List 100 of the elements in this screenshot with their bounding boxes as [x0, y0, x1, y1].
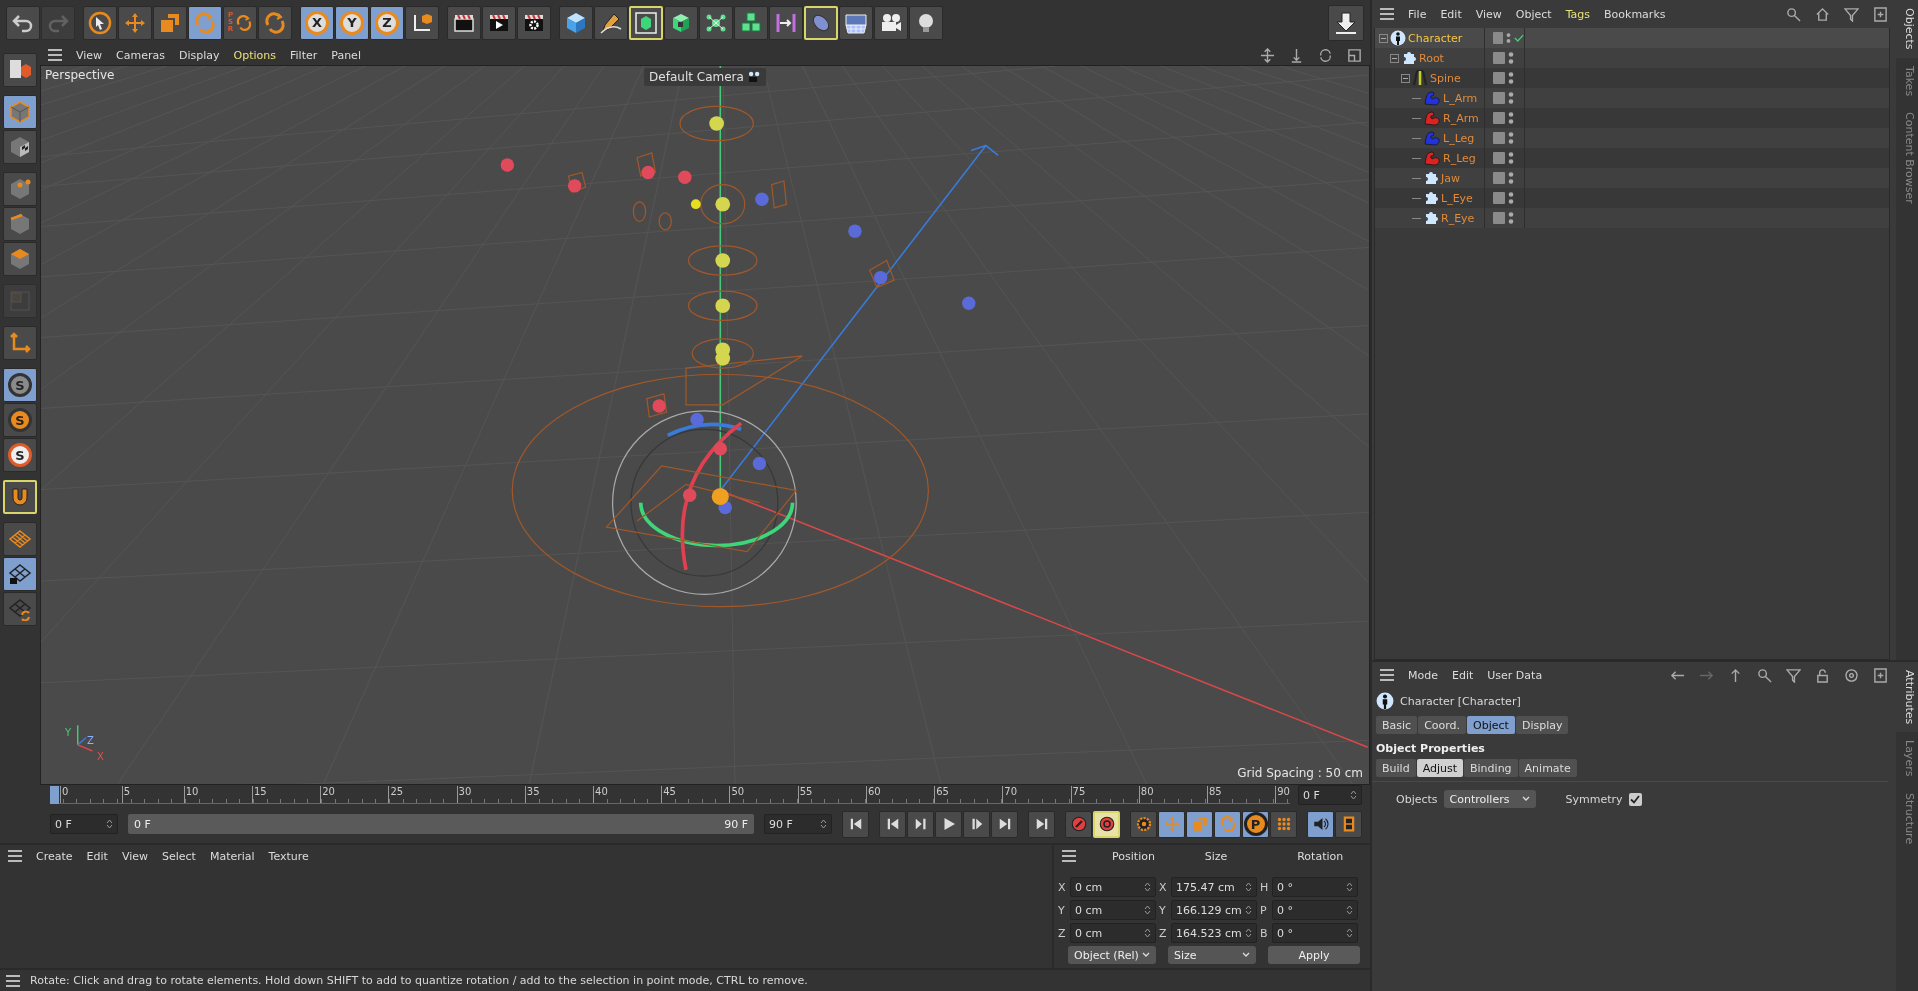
rotate-view-icon[interactable]: [1318, 47, 1333, 63]
spinner-icon[interactable]: [1346, 881, 1353, 893]
spinner-icon[interactable]: [1245, 881, 1252, 893]
cube-tool-button[interactable]: [559, 5, 593, 40]
visibility-dots-icon[interactable]: [1508, 51, 1514, 65]
visibility-dots-icon[interactable]: [1508, 131, 1514, 145]
bulb-tool-button[interactable]: [909, 5, 943, 40]
size-field[interactable]: 166.129 cm: [1171, 900, 1257, 920]
undo-tool-button[interactable]: [6, 5, 40, 40]
visibility-dots-icon[interactable]: [1506, 31, 1511, 45]
rotation-field[interactable]: 0 °: [1272, 877, 1358, 897]
editor-toggle[interactable]: [1493, 112, 1505, 124]
menu-item[interactable]: Edit: [1440, 7, 1462, 21]
move-view-icon[interactable]: [1260, 47, 1275, 63]
visibility-dots-icon[interactable]: [1508, 111, 1514, 125]
dolly-icon[interactable]: [1289, 47, 1304, 63]
maximize-icon[interactable]: [1347, 47, 1362, 63]
object-name[interactable]: Character: [1408, 31, 1463, 45]
select-tool-button[interactable]: [83, 5, 117, 40]
scale-tool-button[interactable]: [153, 5, 187, 40]
menu-item[interactable]: View: [121, 849, 148, 863]
menu-item[interactable]: Object: [1515, 7, 1552, 21]
menu-item[interactable]: Texture: [268, 849, 309, 863]
edge-cube-tool-button[interactable]: [3, 207, 37, 241]
object-name[interactable]: R_Leg: [1443, 151, 1476, 165]
point-cube-tool-button[interactable]: [3, 172, 37, 206]
axis-tool-button[interactable]: X: [300, 5, 334, 40]
layout-cube-tool-button[interactable]: [3, 53, 37, 87]
menu-item[interactable]: Select: [162, 849, 196, 863]
autokey-tool-button[interactable]: [1093, 810, 1120, 838]
spinner-icon[interactable]: [1346, 927, 1353, 939]
speaker-tool-button[interactable]: [1307, 810, 1334, 838]
model-cube-tool-button[interactable]: [3, 95, 37, 129]
object-name[interactable]: L_Leg: [1443, 131, 1475, 145]
scale-tool-button[interactable]: [1186, 810, 1213, 838]
spinner-icon[interactable]: [1346, 904, 1353, 916]
side-tab[interactable]: Attributes: [1896, 662, 1918, 733]
plane-sync-tool-button[interactable]: [3, 592, 37, 626]
position-field[interactable]: 0 cm: [1070, 923, 1156, 943]
object-row[interactable]: Jaw: [1375, 168, 1889, 188]
download-tool-button[interactable]: [1328, 4, 1364, 41]
side-tab[interactable]: Takes: [1896, 57, 1918, 104]
film-tool-button[interactable]: [1335, 810, 1362, 838]
editor-toggle[interactable]: [1493, 212, 1505, 224]
object-name[interactable]: Jaw: [1441, 171, 1460, 185]
to-start-tool-button[interactable]: [879, 810, 906, 838]
visibility-dots-icon[interactable]: [1508, 91, 1514, 105]
menu-item[interactable]: Edit: [86, 849, 108, 863]
object-row[interactable]: Root: [1375, 48, 1889, 68]
menu-item[interactable]: Edit: [1452, 668, 1474, 682]
visibility-dots-icon[interactable]: [1508, 71, 1514, 85]
collapse-toggle[interactable]: [1379, 33, 1388, 43]
menu-item[interactable]: File: [1408, 7, 1427, 21]
rotate-tool-button[interactable]: [1214, 810, 1241, 838]
menu-item[interactable]: View: [1475, 7, 1502, 21]
axis-corner-tool-button[interactable]: [3, 326, 37, 360]
timeline-ruler[interactable]: 0 5 10 15 20 25 30 35 40 45 50 55 60 65 70 75 80 85 90: [50, 786, 1290, 804]
object-row[interactable]: R_Eye: [1375, 208, 1889, 228]
camera-label[interactable]: Default Camera: [644, 68, 766, 86]
rotation-field[interactable]: 0 °: [1272, 923, 1358, 943]
dot-grid-tool-button[interactable]: [1270, 810, 1297, 838]
molecule-tool-button[interactable]: [699, 5, 733, 40]
rotate-tool-button[interactable]: [258, 5, 292, 40]
menu-icon[interactable]: [1062, 850, 1076, 862]
object-row[interactable]: L_Leg: [1375, 128, 1889, 148]
clapper-play-tool-button[interactable]: [482, 5, 516, 40]
editor-toggle[interactable]: [1493, 72, 1505, 84]
menu-item[interactable]: View: [76, 48, 103, 62]
visibility-dots-icon[interactable]: [1508, 171, 1514, 185]
menu-item[interactable]: Create: [36, 849, 73, 863]
size-mode-dropdown[interactable]: Size: [1168, 946, 1256, 964]
disc-tool-button[interactable]: [804, 5, 838, 40]
side-tab[interactable]: Structure: [1896, 784, 1918, 852]
search-icon[interactable]: [1757, 667, 1772, 683]
spinner-icon[interactable]: [1245, 904, 1252, 916]
target-icon[interactable]: [1844, 667, 1859, 683]
key-gear-tool-button[interactable]: [1130, 810, 1157, 838]
axis-tool-button[interactable]: Y: [335, 5, 369, 40]
menu-item[interactable]: Filter: [290, 48, 318, 62]
to-end-tool-button[interactable]: [1028, 810, 1055, 838]
editor-toggle[interactable]: [1493, 32, 1503, 44]
move-tool-button[interactable]: [1158, 810, 1185, 838]
object-row[interactable]: Character: [1375, 28, 1889, 48]
tab[interactable]: Display: [1515, 716, 1569, 734]
framed-cube-tool-button[interactable]: [629, 5, 663, 40]
editor-toggle[interactable]: [1493, 192, 1505, 204]
menu-item[interactable]: Panel: [331, 48, 361, 62]
editor-toggle[interactable]: [1493, 152, 1505, 164]
snap-tool-button[interactable]: S: [3, 368, 37, 402]
menu-item[interactable]: User Data: [1487, 668, 1543, 682]
rotate-tool-button[interactable]: [188, 5, 222, 40]
cube-stack-tool-button[interactable]: [734, 5, 768, 40]
visibility-dots-icon[interactable]: [1508, 211, 1514, 225]
object-name[interactable]: Spine: [1430, 71, 1461, 85]
prev-frame-tool-button[interactable]: [907, 810, 934, 838]
spinner-icon[interactable]: [1350, 789, 1357, 801]
clapper-gear-tool-button[interactable]: [517, 5, 551, 40]
tab[interactable]: Binding: [1464, 759, 1518, 777]
menu-icon[interactable]: [6, 974, 20, 987]
plane-grid-tool-button[interactable]: [3, 522, 37, 556]
